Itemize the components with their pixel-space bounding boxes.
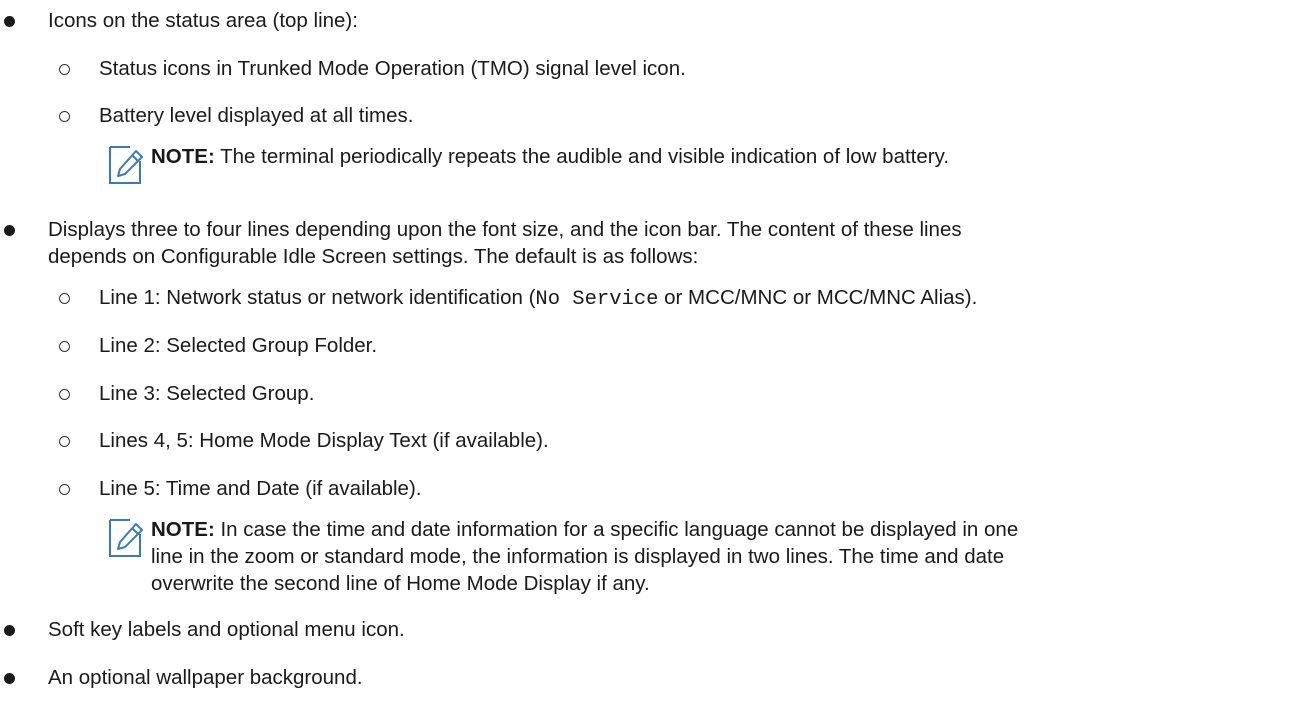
list-item: Line 2: Selected Group Folder. (99, 334, 378, 357)
sub-bullet-icon (59, 64, 70, 75)
list-item-continuation: depends on Configurable Idle Screen sett… (48, 245, 699, 268)
note-text: NOTE: In case the time and date informat… (151, 516, 1018, 544)
sub-bullet-icon (59, 341, 70, 352)
note-text-continuation: overwrite the second line of Home Mode D… (151, 572, 650, 595)
list-item: An optional wallpaper background. (48, 666, 363, 689)
list-item: Lines 4, 5: Home Mode Display Text (if a… (99, 429, 549, 452)
list-item: Battery level displayed at all times. (99, 104, 414, 127)
note-icon (109, 146, 143, 184)
list-item: Line 3: Selected Group. (99, 382, 315, 405)
list-item: Status icons in Trunked Mode Operation (… (99, 57, 686, 80)
sub-bullet-icon (59, 111, 70, 122)
bullet-icon (4, 625, 15, 636)
sub-bullet-icon (59, 436, 70, 447)
note-text: NOTE: The terminal periodically repeats … (151, 143, 949, 171)
list-item: Displays three to four lines depending u… (48, 218, 962, 241)
note-body: In case the time and date information fo… (220, 518, 1019, 541)
note-body: The terminal periodically repeats the au… (220, 145, 950, 168)
code-text: No Service (535, 288, 659, 311)
note-text-continuation: line in the zoom or standard mode, the i… (151, 545, 1005, 568)
list-item: Soft key labels and optional menu icon. (48, 618, 405, 641)
list-item-text-pre: Line 1: Network status or network identi… (99, 286, 536, 309)
list-item: Line 5: Time and Date (if available). (99, 477, 422, 500)
bullet-icon (4, 673, 15, 684)
bullet-icon (4, 16, 15, 27)
list-item-text-post: or MCC/MNC or MCC/MNC Alias). (658, 286, 978, 309)
sub-bullet-icon (59, 293, 70, 304)
note-icon (109, 519, 143, 557)
list-item: Icons on the status area (top line): (48, 9, 358, 32)
note-label: NOTE: (151, 518, 215, 541)
sub-bullet-icon (59, 484, 70, 495)
list-item: Line 1: Network status or network identi… (99, 284, 977, 314)
note-label: NOTE: (151, 145, 215, 168)
sub-bullet-icon (59, 389, 70, 400)
bullet-icon (4, 225, 15, 236)
